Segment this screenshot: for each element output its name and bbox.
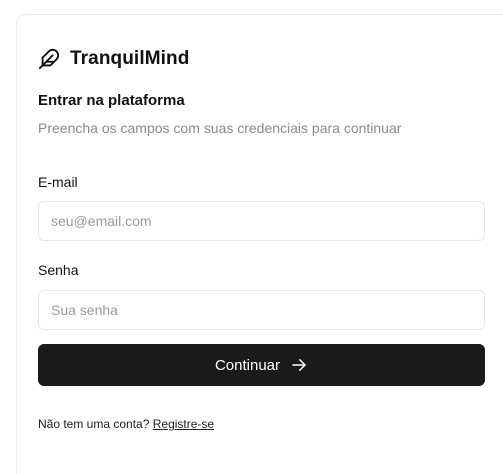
form-heading: Entrar na plataforma bbox=[38, 92, 185, 109]
password-field[interactable] bbox=[38, 290, 485, 330]
login-card bbox=[16, 14, 503, 474]
email-field[interactable] bbox=[38, 201, 485, 241]
feather-icon bbox=[38, 48, 60, 70]
register-prompt: Não tem uma conta? Registre-se bbox=[38, 417, 214, 431]
continue-button-label: Continuar bbox=[214, 356, 281, 374]
form-subheading: Preencha os campos com suas credenciais … bbox=[38, 120, 402, 136]
continue-button[interactable]: Continuar bbox=[38, 344, 485, 386]
register-link[interactable]: Registre-se bbox=[153, 417, 214, 431]
email-label: E-mail bbox=[38, 174, 78, 190]
password-label: Senha bbox=[38, 262, 79, 278]
arrow-right-icon bbox=[290, 356, 308, 374]
brand-header: TranquilMind bbox=[38, 48, 189, 70]
brand-name: TranquilMind bbox=[70, 48, 190, 69]
register-prompt-text: Não tem uma conta? bbox=[38, 417, 150, 431]
